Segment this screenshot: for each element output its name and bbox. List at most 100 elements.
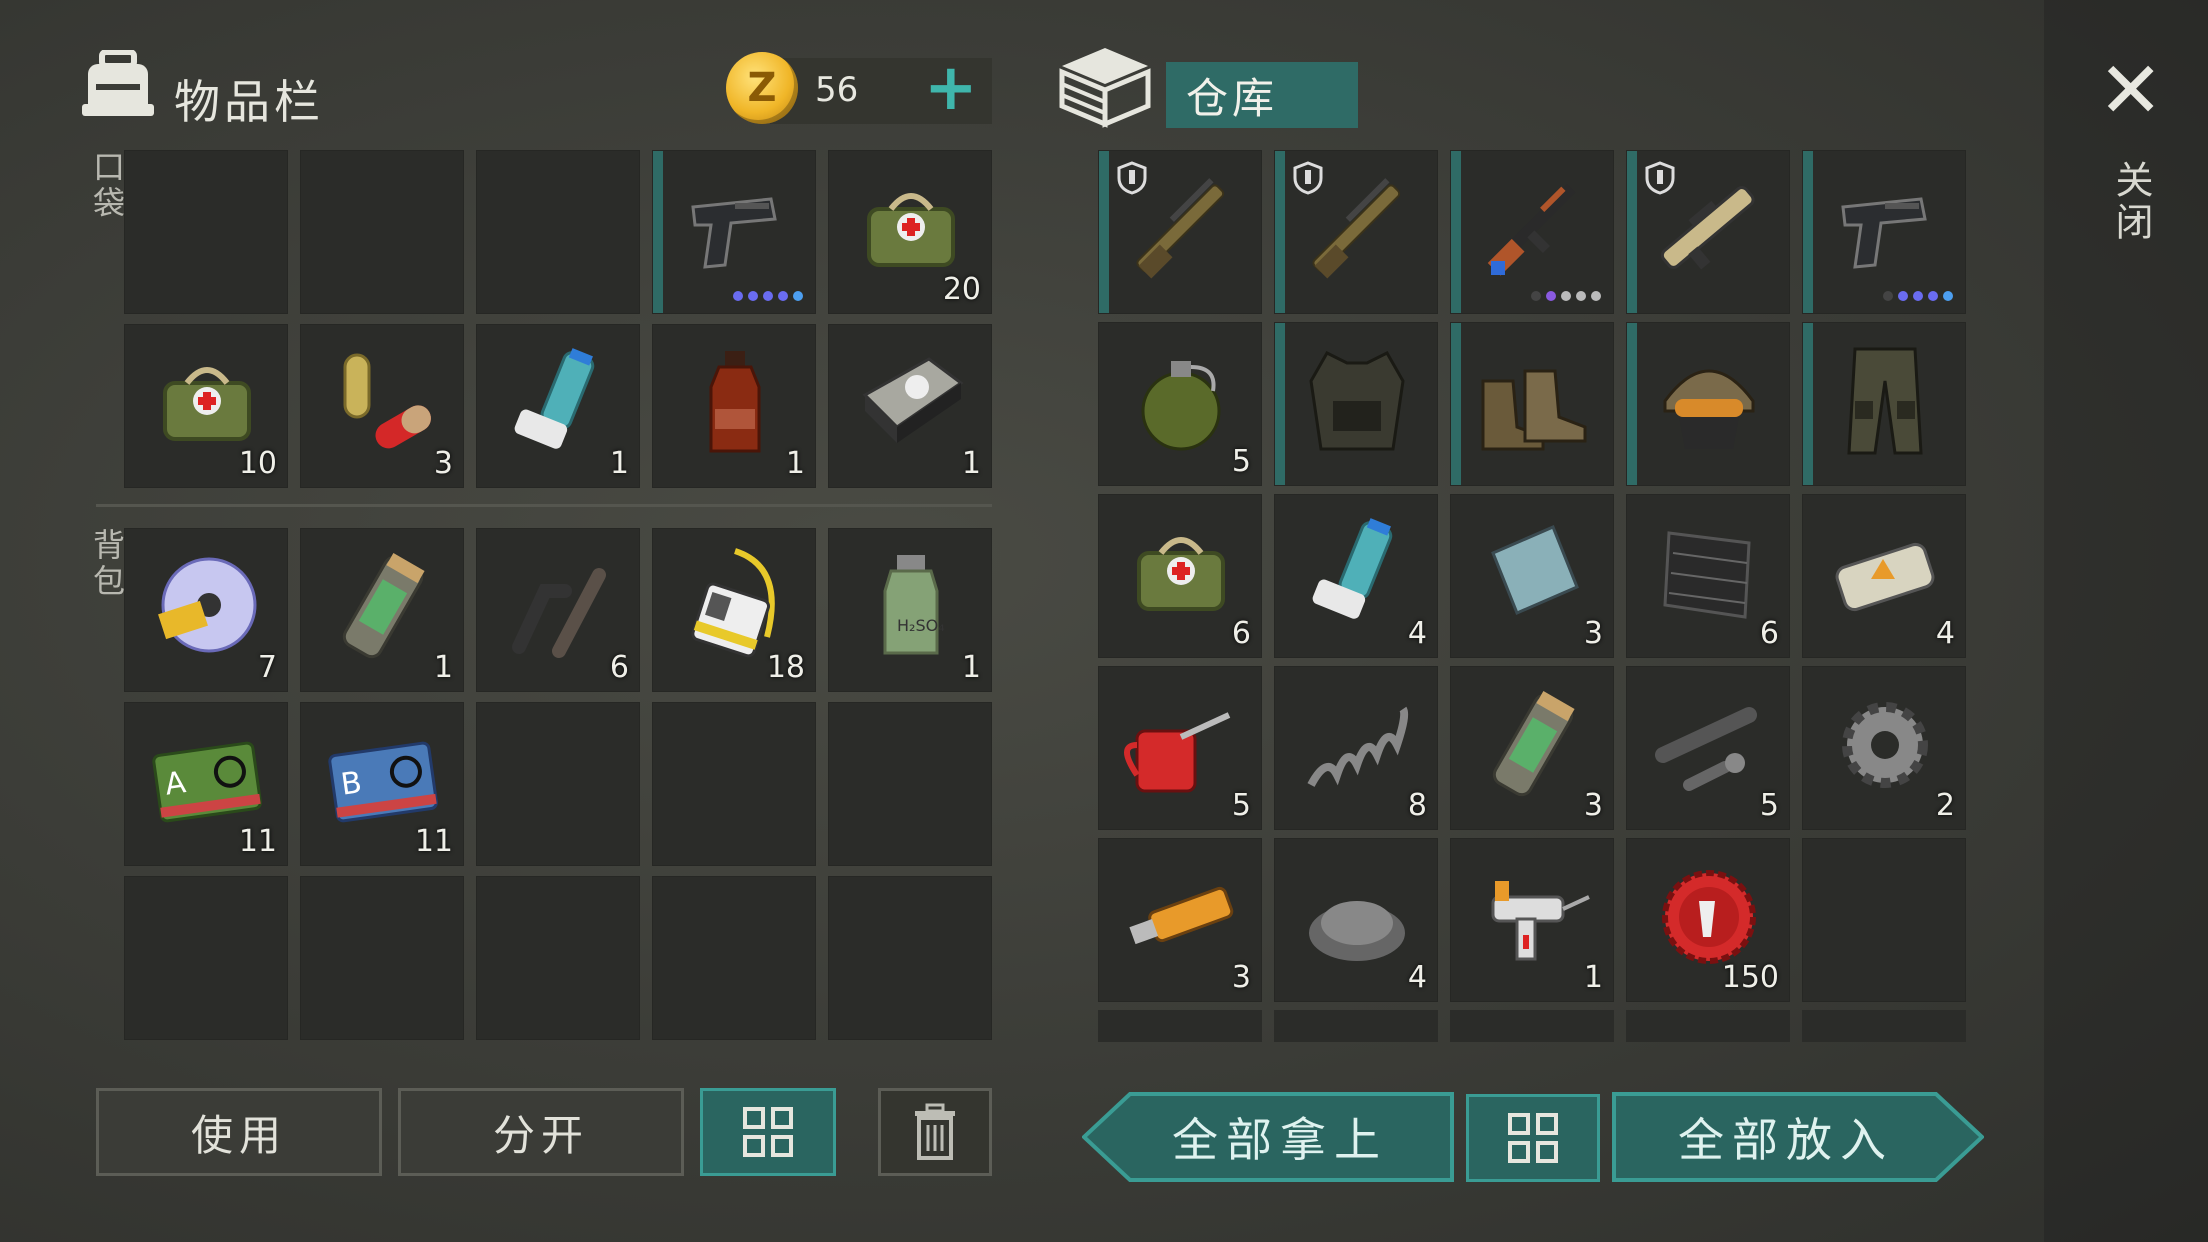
pocket-slot[interactable]: 1 bbox=[476, 324, 640, 488]
metal-plate-icon bbox=[1473, 513, 1593, 633]
medkit-icon bbox=[147, 343, 267, 463]
depot-slot[interactable]: 6 bbox=[1626, 494, 1790, 658]
backpack-slot[interactable]: 1 bbox=[300, 528, 464, 692]
pocket-slot[interactable]: 20 bbox=[828, 150, 992, 314]
equipped-marker bbox=[1451, 323, 1461, 485]
acid-jar-icon: H₂SO₄ bbox=[851, 547, 971, 667]
item-count: 150 bbox=[1721, 960, 1779, 995]
backpack-slot[interactable]: H₂SO₄ 1 bbox=[828, 528, 992, 692]
item-count: 20 bbox=[942, 272, 981, 307]
grid-icon bbox=[743, 1107, 793, 1157]
pocket-slot[interactable]: 1 bbox=[828, 324, 992, 488]
pocket-slot[interactable] bbox=[652, 150, 816, 314]
shield-icon bbox=[1643, 161, 1677, 195]
depot-slot[interactable]: 3 bbox=[1450, 494, 1614, 658]
id-card-icon bbox=[675, 547, 795, 667]
syringe-gun-icon bbox=[1473, 857, 1593, 977]
item-count: 6 bbox=[1759, 616, 1779, 651]
take-all-button[interactable]: 全部拿上 bbox=[1081, 1092, 1454, 1182]
backpack-slot[interactable]: B 11 bbox=[300, 702, 464, 866]
depot-slot[interactable] bbox=[1450, 322, 1614, 486]
item-count: 1 bbox=[961, 650, 981, 685]
rarity-dot bbox=[1898, 291, 1908, 301]
depot-slot[interactable]: 4 bbox=[1802, 494, 1966, 658]
backpack-slot[interactable] bbox=[828, 702, 992, 866]
backpack-slot[interactable] bbox=[828, 876, 992, 1040]
add-coins-button[interactable]: + bbox=[924, 56, 978, 120]
backpack-slot[interactable]: 18 bbox=[652, 528, 816, 692]
pills-icon bbox=[323, 343, 443, 463]
medkit-icon bbox=[851, 169, 971, 289]
split-button[interactable]: 分开 bbox=[398, 1088, 684, 1176]
depot-slot[interactable]: 3 bbox=[1450, 666, 1614, 830]
backpack-slot[interactable]: 6 bbox=[476, 528, 640, 692]
backpack-slot[interactable]: A 11 bbox=[124, 702, 288, 866]
depot-slot[interactable]: 150 bbox=[1626, 838, 1790, 1002]
depot-slot[interactable]: 3 bbox=[1098, 838, 1262, 1002]
bottle-cap-icon bbox=[1649, 857, 1769, 977]
equipped-marker bbox=[1627, 323, 1637, 485]
pocket-slot[interactable] bbox=[124, 150, 288, 314]
canister-icon bbox=[1473, 685, 1593, 805]
backpack-slot[interactable] bbox=[652, 876, 816, 1040]
delete-button[interactable] bbox=[878, 1088, 992, 1176]
pocket-slot[interactable]: 3 bbox=[300, 324, 464, 488]
depot-slot[interactable]: 5 bbox=[1098, 666, 1262, 830]
depot-slot[interactable] bbox=[1274, 150, 1438, 314]
tab-depot[interactable]: 仓库 bbox=[1166, 62, 1358, 128]
depot-slot[interactable] bbox=[1802, 322, 1966, 486]
backpack-slot[interactable] bbox=[652, 702, 816, 866]
usb-stick-icon bbox=[1121, 857, 1241, 977]
depot-slot[interactable] bbox=[1802, 838, 1966, 1002]
depot-slot[interactable]: 2 bbox=[1802, 666, 1966, 830]
item-count: 4 bbox=[1407, 960, 1427, 995]
backpack-slot[interactable] bbox=[300, 876, 464, 1040]
backpack-slot[interactable] bbox=[476, 702, 640, 866]
depot-slot[interactable]: 5 bbox=[1098, 322, 1262, 486]
grenade-icon bbox=[1121, 341, 1241, 461]
depot-slot[interactable] bbox=[1274, 322, 1438, 486]
put-all-button[interactable]: 全部放入 bbox=[1612, 1092, 1985, 1182]
backpack-slot[interactable] bbox=[124, 876, 288, 1040]
grid-icon bbox=[1508, 1113, 1558, 1163]
pocket-slot[interactable]: 1 bbox=[652, 324, 816, 488]
depot-slot[interactable] bbox=[1450, 150, 1614, 314]
gravel-icon bbox=[1297, 857, 1417, 977]
close-icon[interactable]: ✕ bbox=[2098, 52, 2163, 130]
depot-slot[interactable] bbox=[1802, 150, 1966, 314]
depot-slot[interactable]: 1 bbox=[1450, 838, 1614, 1002]
depot-slot[interactable]: 4 bbox=[1274, 838, 1438, 1002]
rarity-dot bbox=[1561, 291, 1571, 301]
backpack-slot[interactable]: 7 bbox=[124, 528, 288, 692]
depot-slot[interactable]: 8 bbox=[1274, 666, 1438, 830]
depot-sort-button[interactable] bbox=[1466, 1094, 1600, 1182]
depot-slot[interactable] bbox=[1626, 322, 1790, 486]
ak-rifle-icon bbox=[1473, 169, 1593, 289]
depot-slot[interactable]: 6 bbox=[1098, 494, 1262, 658]
sort-button[interactable] bbox=[700, 1088, 836, 1176]
pocket-slot[interactable]: 10 bbox=[124, 324, 288, 488]
section-divider bbox=[96, 504, 992, 507]
item-count: 10 bbox=[238, 446, 277, 481]
sector-card-b-icon: B bbox=[323, 721, 443, 841]
item-count: 1 bbox=[961, 446, 981, 481]
pocket-slot[interactable] bbox=[476, 150, 640, 314]
depot-slot[interactable]: 4 bbox=[1274, 494, 1438, 658]
backpack-slot[interactable] bbox=[476, 876, 640, 1040]
sector-card-a-icon: A bbox=[147, 721, 267, 841]
item-count: 5 bbox=[1231, 788, 1251, 823]
mesh-icon bbox=[1649, 513, 1769, 633]
depot-slot[interactable] bbox=[1098, 150, 1262, 314]
rarity-dots bbox=[1531, 291, 1601, 301]
pants-icon bbox=[1825, 341, 1945, 461]
boots-icon bbox=[1473, 341, 1593, 461]
rarity-dot bbox=[778, 291, 788, 301]
pipe-parts-icon bbox=[1649, 685, 1769, 805]
pocket-slot[interactable] bbox=[300, 150, 464, 314]
depot-slot[interactable]: 5 bbox=[1626, 666, 1790, 830]
item-count: 5 bbox=[1231, 444, 1251, 479]
use-button[interactable]: 使用 bbox=[96, 1088, 382, 1176]
close-label[interactable]: 关闭 bbox=[2104, 160, 2159, 244]
depot-slot[interactable] bbox=[1626, 150, 1790, 314]
shield-icon bbox=[1115, 161, 1149, 195]
